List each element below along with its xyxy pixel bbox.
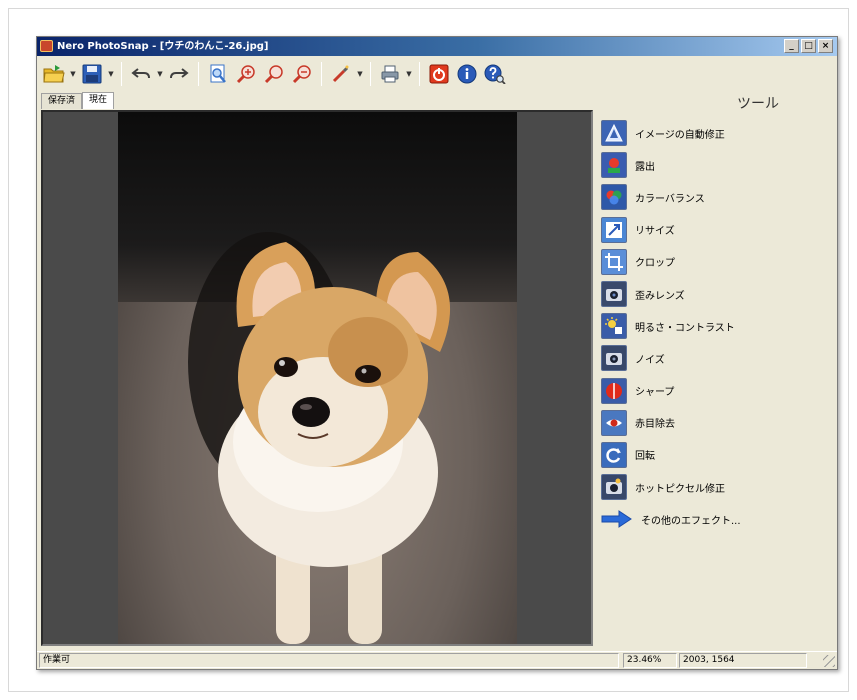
print-dropdown-arrow-icon[interactable]: ▼ (405, 61, 413, 87)
tools-panel-title: ツール (737, 96, 779, 112)
resize-grip-icon[interactable] (823, 655, 835, 667)
tool-crop[interactable]: クロップ (599, 246, 835, 278)
brightness-contrast-icon (601, 313, 627, 340)
open-folder-icon (43, 65, 65, 83)
info-icon (457, 64, 477, 84)
tool-label: 明るさ・コントラスト (635, 322, 735, 334)
tool-sharpen[interactable]: シャープ (599, 375, 835, 407)
tab-current[interactable]: 現在 (82, 92, 115, 109)
tool-rotate[interactable]: 回転 (599, 439, 835, 471)
power-icon (429, 64, 449, 84)
tools-button[interactable] (328, 61, 354, 87)
tool-hot-pixel[interactable]: ホットピクセル修正 (599, 471, 835, 503)
zoom-out-button[interactable] (289, 61, 315, 87)
help-search-icon (484, 64, 506, 84)
printer-icon (381, 65, 399, 83)
minimize-button[interactable]: _ (784, 39, 799, 53)
fit-view-button[interactable] (205, 61, 231, 87)
window-controls: _ □ × (784, 39, 833, 53)
image-viewer[interactable] (41, 110, 593, 646)
close-button[interactable]: × (818, 39, 833, 53)
toolbar-separator (370, 62, 371, 86)
zoom-in-icon (236, 65, 255, 84)
redo-button[interactable] (166, 61, 192, 87)
open-dropdown-arrow-icon[interactable]: ▼ (69, 61, 77, 87)
noise-icon (601, 345, 627, 372)
tool-lens-distortion[interactable]: 歪みレンズ (599, 278, 835, 310)
dog-image (188, 232, 451, 644)
zoom-actual-icon (264, 65, 283, 84)
color-balance-icon (601, 184, 627, 211)
redo-icon (170, 68, 189, 79)
maximize-button[interactable]: □ (801, 39, 816, 53)
page-zoom-icon (210, 64, 226, 83)
help-button[interactable] (482, 61, 508, 87)
arrow-right-icon (601, 506, 633, 532)
toolbar-separator (121, 62, 122, 86)
app-logo-icon (40, 40, 53, 52)
app-window: Nero PhotoSnap - [ウチのわんこ-26.jpg] _ □ × ▼… (36, 36, 838, 670)
window-title: Nero PhotoSnap - [ウチのわんこ-26.jpg] (57, 41, 269, 52)
sharpen-icon (601, 377, 627, 404)
info-button[interactable] (454, 61, 480, 87)
tool-label: 赤目除去 (635, 419, 675, 431)
tool-label: クロップ (635, 258, 675, 270)
save-disk-icon (82, 64, 102, 84)
dog-photo (118, 112, 517, 644)
undo-icon (131, 68, 150, 79)
undo-dropdown-arrow-icon[interactable]: ▼ (156, 61, 164, 87)
tool-brightness-contrast[interactable]: 明るさ・コントラスト (599, 310, 835, 342)
wand-icon (332, 65, 349, 83)
tool-label: その他のエフェクト... (641, 515, 741, 527)
status-bar: 作業可 23.46% 2003, 1564 (37, 651, 837, 669)
zoom-actual-button[interactable] (261, 61, 287, 87)
image-dimensions: 2003, 1564 (679, 653, 807, 668)
exposure-icon (601, 152, 627, 179)
crop-icon (601, 248, 627, 275)
tools-panel: ツール イメージの自動修正 露出 カラーバランス リサイズ クロップ 歪みレンズ… (599, 93, 835, 649)
tool-label: ホットピクセル修正 (635, 483, 725, 495)
tool-label: 回転 (635, 451, 655, 463)
status-text: 作業可 (39, 653, 619, 668)
zoom-out-icon (292, 65, 311, 84)
auto-fix-icon (601, 120, 627, 147)
tool-label: リサイズ (635, 226, 675, 238)
toolbar-separator (321, 62, 322, 86)
save-button[interactable] (79, 61, 105, 87)
tool-color-balance[interactable]: カラーバランス (599, 181, 835, 213)
tools-dropdown-arrow-icon[interactable]: ▼ (356, 61, 364, 87)
tool-red-eye[interactable]: 赤目除去 (599, 407, 835, 439)
tool-more-effects[interactable]: その他のエフェクト... (599, 503, 835, 535)
toolbar-separator (419, 62, 420, 86)
rotate-icon (601, 441, 627, 468)
red-eye-icon (601, 409, 627, 436)
tool-label: 歪みレンズ (635, 290, 685, 302)
tool-exposure[interactable]: 露出 (599, 149, 835, 181)
title-bar: Nero PhotoSnap - [ウチのわんこ-26.jpg] _ □ × (37, 37, 837, 56)
view-tabs: 保存済 現在 (41, 92, 115, 109)
open-button[interactable] (41, 61, 67, 87)
exit-button[interactable] (426, 61, 452, 87)
undo-button[interactable] (128, 61, 154, 87)
tool-label: イメージの自動修正 (635, 129, 725, 141)
print-button[interactable] (377, 61, 403, 87)
toolbar: ▼ ▼ ▼ ▼ ▼ (37, 57, 837, 91)
tool-label: 露出 (635, 161, 655, 173)
lens-distortion-icon (601, 281, 627, 308)
zoom-in-button[interactable] (233, 61, 259, 87)
tool-label: シャープ (635, 387, 675, 399)
tab-saved[interactable]: 保存済 (41, 93, 83, 109)
tool-list: イメージの自動修正 露出 カラーバランス リサイズ クロップ 歪みレンズ 明るさ… (599, 117, 835, 535)
tool-noise[interactable]: ノイズ (599, 342, 835, 374)
tool-label: カラーバランス (635, 193, 705, 205)
save-dropdown-arrow-icon[interactable]: ▼ (107, 61, 115, 87)
zoom-readout: 23.46% (623, 653, 677, 668)
toolbar-separator (198, 62, 199, 86)
tool-label: ノイズ (635, 354, 665, 366)
tool-resize[interactable]: リサイズ (599, 214, 835, 246)
resize-icon (601, 216, 627, 243)
tool-auto-fix[interactable]: イメージの自動修正 (599, 117, 835, 149)
hot-pixel-icon (601, 474, 627, 501)
